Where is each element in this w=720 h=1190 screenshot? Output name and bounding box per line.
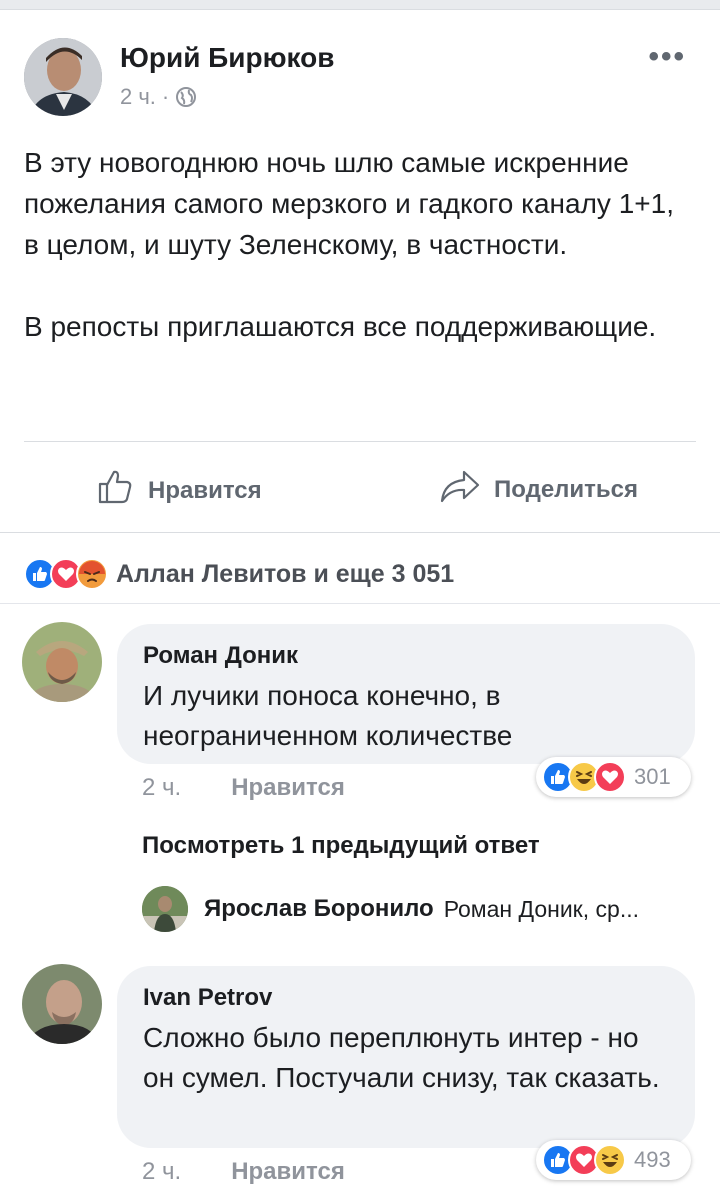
more-options-icon[interactable]: ••• <box>648 40 686 74</box>
post-actions: Нравится Поделиться <box>0 462 720 514</box>
post-meta: 2 ч. · <box>120 84 197 110</box>
post-body: В эту новогоднюю ночь шлю самые искренни… <box>24 142 696 388</box>
reply-author[interactable]: Ярослав Боронило <box>204 895 434 923</box>
comment-like-button[interactable]: Нравится <box>231 1158 345 1186</box>
reply-avatar[interactable] <box>142 886 188 932</box>
comment-bubble: Ivan Petrov Сложно было переплюнуть инте… <box>117 966 695 1148</box>
comment-time[interactable]: 2 ч. <box>142 774 181 802</box>
like-label: Нравится <box>148 476 262 504</box>
comment-meta: 2 ч. Нравится <box>142 1158 345 1186</box>
reply-preview[interactable]: Ярослав Боронило Роман Доник, ср... <box>142 886 702 932</box>
reactions-summary[interactable]: Аллан Левитов и еще 3 051 <box>24 556 454 592</box>
post-header: Юрий Бирюков 2 ч. · ••• <box>24 38 696 118</box>
post-author-name[interactable]: Юрий Бирюков <box>120 42 335 74</box>
post-time[interactable]: 2 ч. <box>120 84 156 110</box>
love-icon <box>594 761 626 793</box>
comment-reactions[interactable]: 301 <box>536 757 691 797</box>
divider <box>0 603 720 604</box>
divider <box>0 532 720 533</box>
view-previous-replies-link[interactable]: Посмотреть 1 предыдущий ответ <box>142 832 540 860</box>
comment-time[interactable]: 2 ч. <box>142 1158 181 1186</box>
divider <box>24 441 696 442</box>
angry-icon <box>76 558 108 590</box>
comment-author[interactable]: Ivan Petrov <box>143 984 669 1012</box>
commenter-avatar[interactable] <box>22 622 102 702</box>
top-bar <box>0 0 720 10</box>
reaction-count: 301 <box>634 764 671 789</box>
reply-text: Роман Доник, ср... <box>443 895 639 922</box>
share-arrow-icon <box>440 468 480 511</box>
comment-text: И лучики поноса конечно, в неограниченно… <box>143 680 513 751</box>
globe-icon <box>175 86 197 108</box>
comment-meta: 2 ч. Нравится <box>142 774 345 802</box>
reaction-count: 493 <box>634 1147 671 1172</box>
post-paragraph: В эту новогоднюю ночь шлю самые искренни… <box>24 147 674 260</box>
comment-reactions[interactable]: 493 <box>536 1140 691 1180</box>
comment-like-button[interactable]: Нравится <box>231 774 345 802</box>
author-avatar[interactable] <box>24 38 102 116</box>
commenter-avatar[interactable] <box>22 964 102 1044</box>
thumbs-up-icon <box>96 468 134 513</box>
share-label: Поделиться <box>494 475 639 503</box>
like-button[interactable]: Нравится <box>96 468 262 513</box>
meta-separator: · <box>161 84 170 109</box>
haha-icon <box>594 1144 626 1176</box>
share-button[interactable]: Поделиться <box>440 468 638 511</box>
comment-author[interactable]: Роман Доник <box>143 642 669 670</box>
reactions-summary-text[interactable]: Аллан Левитов и еще 3 051 <box>116 560 454 589</box>
post-paragraph: В репосты приглашаются все поддерживающи… <box>24 311 657 342</box>
comment-text: Сложно было переплюнуть интер - но он су… <box>143 1022 660 1093</box>
comment-bubble: Роман Доник И лучики поноса конечно, в н… <box>117 624 695 764</box>
